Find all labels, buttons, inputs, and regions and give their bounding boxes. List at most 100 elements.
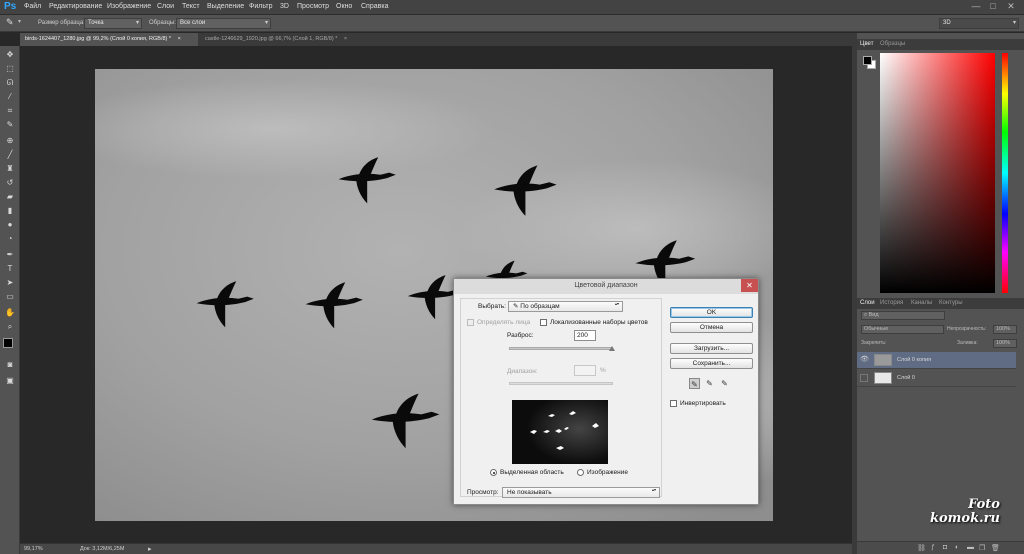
sample-size-select[interactable]: Точка (84, 18, 142, 29)
eyedropper-icon[interactable]: ✎ (5, 120, 15, 130)
panel-foreground-swatch[interactable] (863, 56, 872, 65)
range-slider (509, 382, 613, 385)
menu-help[interactable]: Справка (361, 3, 388, 10)
opacity-input[interactable]: 100% (993, 325, 1017, 334)
move-tool-icon[interactable]: ✥ (5, 50, 15, 60)
blur-tool-icon[interactable]: ● (5, 220, 15, 230)
color-picker-field[interactable] (880, 53, 995, 293)
hue-slider[interactable] (1002, 53, 1008, 293)
tab-channels[interactable]: Каналы (911, 300, 932, 306)
fill-input[interactable]: 100% (993, 339, 1017, 348)
tab-close-icon[interactable]: × (344, 36, 347, 42)
dialog-close-icon[interactable]: ✕ (741, 279, 758, 292)
tools-panel: ✥ ⬚ ᘏ ⁄ ⌗ ✎ ⊕ ╱ ♜ ↺ ▰ ▮ ● ◔ ✒ T ➤ ▭ ✋ ⌕ … (0, 46, 20, 554)
ok-button[interactable]: OK (670, 307, 753, 318)
sample-select[interactable]: Все слои (176, 18, 271, 29)
fx-icon[interactable]: ƒ (931, 544, 935, 551)
pen-tool-icon[interactable]: ✒ (5, 250, 15, 260)
hand-tool-icon[interactable]: ✋ (5, 308, 15, 318)
detect-faces-checkbox[interactable] (467, 319, 474, 326)
foreground-color-swatch[interactable] (3, 338, 13, 348)
invert-label: Инвертировать (680, 400, 726, 407)
menu-layers[interactable]: Слои (157, 3, 174, 10)
menu-window[interactable]: Окно (336, 3, 352, 10)
dodge-tool-icon[interactable]: ◔ (5, 234, 15, 244)
screen-mode-icon[interactable]: ▣ (5, 376, 15, 386)
menu-type[interactable]: Текст (182, 3, 200, 10)
tab-color[interactable]: Цвет (860, 41, 873, 47)
eraser-tool-icon[interactable]: ▰ (5, 192, 15, 202)
adjustment-icon[interactable]: ◐ (955, 544, 959, 551)
clone-stamp-icon[interactable]: ♜ (5, 164, 15, 174)
load-button[interactable]: Загрузить... (670, 343, 753, 354)
layer-name[interactable]: Слой 0 копия (897, 357, 931, 363)
radio-image[interactable] (577, 469, 584, 476)
save-button[interactable]: Сохранить... (670, 358, 753, 369)
eyedropper-add-icon[interactable]: ✎ (704, 378, 715, 389)
mask-icon[interactable]: ◘ (943, 544, 947, 551)
fuzziness-label: Разброс: (507, 332, 534, 339)
blend-mode-select[interactable]: Обычные (861, 325, 944, 334)
tab-birds[interactable]: birds-1624407_1280.jpg @ 99,2% (Слой 0 к… (20, 33, 198, 46)
color-panel-tabs: Цвет Образцы (857, 39, 1024, 50)
minimize-icon[interactable]: — (970, 1, 982, 12)
close-window-icon[interactable]: ✕ (1005, 1, 1017, 12)
eye-icon[interactable]: 👁 (860, 356, 869, 364)
tab-history[interactable]: История (880, 300, 903, 306)
eyedropper-tool-icon[interactable]: ✎ (6, 17, 14, 28)
fuzziness-input[interactable]: 200 (574, 330, 596, 341)
menu-select[interactable]: Выделение (207, 3, 244, 10)
maximize-icon[interactable]: □ (987, 1, 999, 12)
shape-tool-icon[interactable]: ▭ (5, 292, 15, 302)
tab-paths[interactable]: Контуры (939, 300, 963, 306)
fuzziness-slider-thumb[interactable] (609, 346, 615, 351)
status-menu-arrow-icon[interactable]: ▸ (148, 545, 152, 553)
link-layers-icon[interactable]: ⛓ (917, 544, 926, 552)
eyedropper-icon[interactable]: ✎ (689, 378, 700, 389)
menu-edit[interactable]: Редактирование (49, 3, 102, 10)
menu-image[interactable]: Изображение (107, 3, 151, 10)
menu-filter[interactable]: Фильтр (249, 3, 273, 10)
tab-castle[interactable]: castle-1246629_1920.jpg @ 66,7% (Слой 1,… (200, 33, 368, 46)
preview-mode-dropdown[interactable]: Не показывать (502, 487, 660, 498)
zoom-tool-icon[interactable]: ⌕ (5, 322, 15, 332)
lock-label: Закрепить: (861, 340, 887, 346)
menu-3d[interactable]: 3D (280, 3, 289, 10)
fuzziness-slider[interactable] (509, 346, 615, 351)
marquee-tool-icon[interactable]: ⬚ (5, 64, 15, 74)
healing-brush-icon[interactable]: ⊕ (5, 136, 15, 146)
radio-selection[interactable] (490, 469, 497, 476)
layer-row[interactable]: Слой 0 (857, 370, 1016, 387)
tab-layers[interactable]: Слои (860, 300, 875, 306)
tool-preset-chevron-icon[interactable]: ▾ (18, 18, 21, 25)
visibility-toggle[interactable] (860, 374, 868, 382)
select-mode-dropdown[interactable]: ✎ По образцам (508, 301, 623, 312)
workspace-select[interactable]: 3D (939, 18, 1019, 29)
path-select-icon[interactable]: ➤ (5, 278, 15, 288)
menu-file[interactable]: Файл (24, 3, 41, 10)
lasso-tool-icon[interactable]: ᘏ (5, 78, 15, 88)
quick-select-tool-icon[interactable]: ⁄ (5, 92, 15, 102)
menu-view[interactable]: Просмотр (297, 3, 329, 10)
group-folder-icon[interactable]: ▬ (967, 544, 974, 551)
layer-filter-select[interactable]: ⌕ Вид (861, 311, 945, 320)
layer-row[interactable]: 👁 Слой 0 копия (857, 352, 1016, 369)
localized-clusters-checkbox[interactable] (540, 319, 547, 326)
zoom-level[interactable]: 99,17% (24, 546, 43, 552)
quick-mask-icon[interactable]: ◙ (5, 360, 15, 370)
crop-tool-icon[interactable]: ⌗ (5, 106, 15, 116)
layer-name[interactable]: Слой 0 (897, 375, 915, 381)
new-layer-icon[interactable]: ❐ (979, 544, 985, 552)
tab-swatches[interactable]: Образцы (880, 41, 905, 47)
eyedropper-subtract-icon[interactable]: ✎ (719, 378, 730, 389)
range-unit: % (600, 367, 606, 374)
trash-icon[interactable]: 🗑 (991, 544, 1000, 552)
cancel-button[interactable]: Отмена (670, 322, 753, 333)
history-brush-icon[interactable]: ↺ (5, 178, 15, 188)
invert-checkbox[interactable] (670, 400, 677, 407)
tab-close-icon[interactable]: × (178, 36, 181, 42)
photoshop-logo: Ps (4, 1, 17, 12)
type-tool-icon[interactable]: T (5, 264, 15, 274)
gradient-tool-icon[interactable]: ▮ (5, 206, 15, 216)
brush-tool-icon[interactable]: ╱ (5, 150, 15, 160)
